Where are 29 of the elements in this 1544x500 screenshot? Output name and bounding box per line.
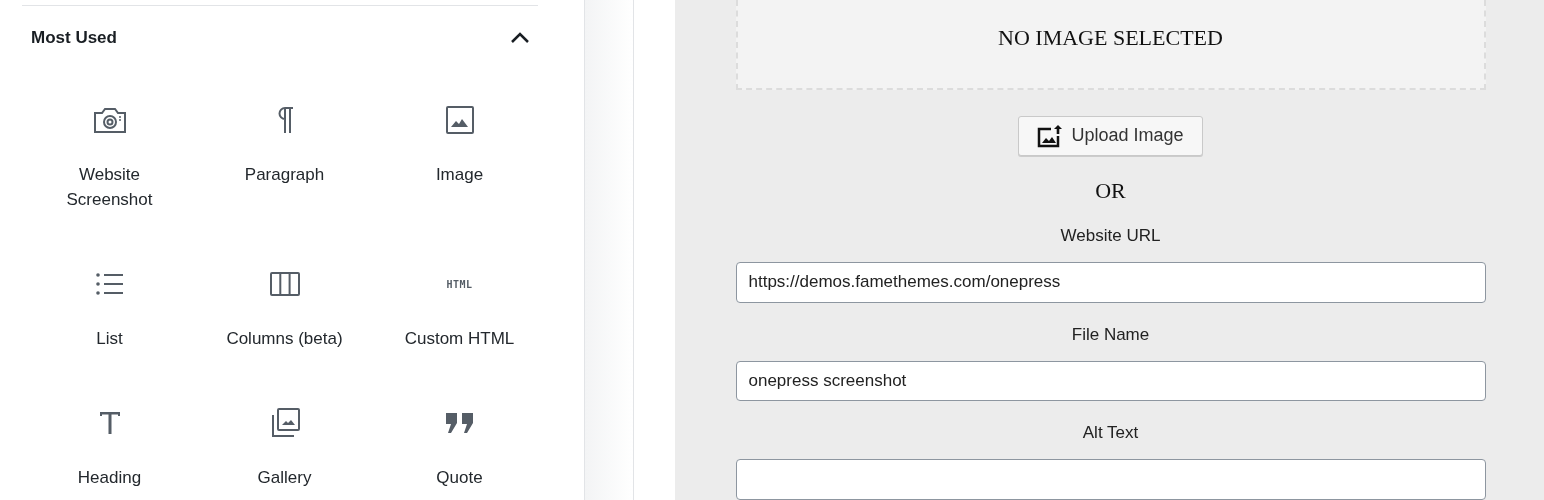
list-icon — [95, 273, 124, 295]
image-upload-icon — [1037, 123, 1064, 148]
camera-icon — [91, 105, 128, 135]
block-item[interactable]: Columns (beta) — [197, 258, 372, 359]
block-item[interactable]: Gallery — [197, 397, 372, 498]
image-icon — [445, 106, 474, 134]
html-icon: HTML — [446, 278, 473, 290]
chevron-up-icon — [510, 32, 530, 44]
section-toggle[interactable]: Most Used — [22, 6, 538, 48]
block-item[interactable]: Heading — [22, 397, 197, 498]
block-item[interactable]: Paragraph — [197, 94, 372, 220]
block-item[interactable]: HTML Custom HTML — [372, 258, 547, 359]
field-label: Alt Text — [1082, 423, 1139, 444]
field-label: Website URL — [1060, 225, 1161, 246]
preview-text: NO IMAGE SELECTED — [998, 25, 1223, 52]
text-input[interactable]: https://demos.famethemes.com/onepress — [735, 261, 1486, 303]
block-item[interactable]: Image — [372, 94, 547, 220]
columns-icon — [269, 272, 300, 296]
upload-button[interactable]: Upload Image — [1018, 116, 1203, 156]
quote-icon — [444, 412, 475, 434]
block-item[interactable]: List — [22, 258, 197, 359]
text-input[interactable]: onepress screenshot — [735, 360, 1486, 402]
or-separator: OR — [1095, 177, 1126, 204]
field-label: File Name — [1071, 324, 1150, 345]
section-title: Most Used — [31, 28, 117, 48]
block-item[interactable]: Website Screenshot — [22, 94, 197, 220]
block-item[interactable]: Quote — [372, 397, 547, 498]
heading-icon — [98, 411, 121, 435]
gallery-icon — [269, 408, 300, 438]
